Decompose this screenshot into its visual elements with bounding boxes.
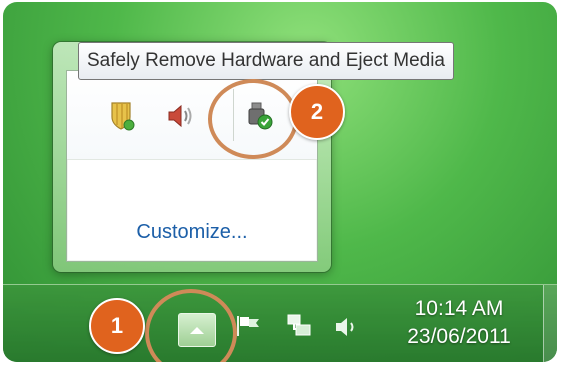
clock-date: 23/06/2011 xyxy=(407,325,511,348)
volume-icon[interactable] xyxy=(334,315,362,344)
tooltip: Safely Remove Hardware and Eject Media xyxy=(78,42,455,80)
action-center-flag-icon[interactable] xyxy=(235,314,263,343)
volume-icon[interactable] xyxy=(167,103,195,134)
callout-badge-2: 2 xyxy=(289,84,345,140)
taskbar: 10:14 AM 23/06/2011 xyxy=(3,284,557,362)
show-desktop-button[interactable] xyxy=(543,285,557,362)
clock-time: 10:14 AM xyxy=(414,297,504,320)
customize-link[interactable]: Customize... xyxy=(67,221,317,244)
screenshot-frame: Customize... Safely Remove Hardware and … xyxy=(3,2,557,362)
network-icon[interactable] xyxy=(286,313,314,344)
windows-action-center-icon[interactable] xyxy=(109,101,135,136)
taskbar-clock[interactable]: 10:14 AM 23/06/2011 xyxy=(389,295,529,351)
callout-badge-1: 1 xyxy=(89,298,145,354)
highlight-ring-2 xyxy=(208,79,298,159)
